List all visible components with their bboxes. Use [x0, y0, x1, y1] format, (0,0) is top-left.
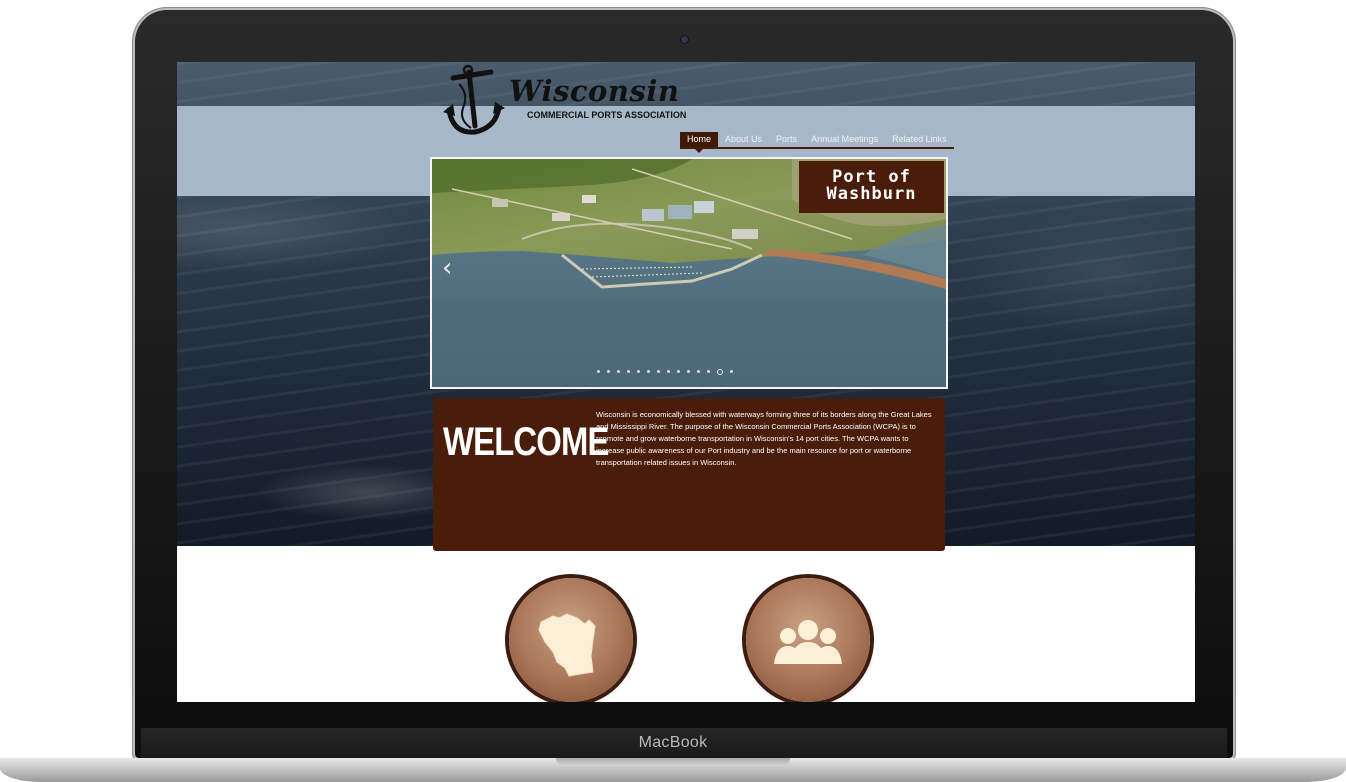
- slide-dot[interactable]: [617, 370, 620, 373]
- slide-image-port-aerial: Port of Washburn ‹: [432, 159, 946, 387]
- welcome-text: Wisconsin is economically blessed with w…: [596, 410, 932, 467]
- site-subtitle: COMMERCIAL PORTS ASSOCIATION: [527, 110, 687, 120]
- slide-dot[interactable]: [697, 370, 700, 373]
- slideshow: Port of Washburn ‹: [430, 157, 948, 389]
- nav-related-links[interactable]: Related Links: [885, 132, 954, 147]
- slide-dot[interactable]: [627, 370, 630, 373]
- wisconsin-map-icon: [538, 613, 596, 677]
- laptop-screen: Wisconsin COMMERCIAL PORTS ASSOCIATION H…: [177, 62, 1195, 702]
- anchor-logo-icon[interactable]: [439, 64, 509, 144]
- slide-dot[interactable]: [707, 370, 710, 373]
- wisconsin-map-button[interactable]: [509, 578, 633, 702]
- slide-dots: [597, 369, 733, 375]
- slide-dot[interactable]: [687, 370, 690, 373]
- slide-dot[interactable]: [637, 370, 640, 373]
- welcome-title: WELCOME: [443, 420, 609, 464]
- laptop-base-notch: [556, 758, 790, 766]
- welcome-panel: WELCOME Wisconsin is economically blesse…: [433, 398, 945, 551]
- slide-dot[interactable]: [677, 370, 680, 373]
- group-people-icon: [774, 620, 842, 664]
- slide-dot[interactable]: [730, 370, 733, 373]
- slide-dot[interactable]: [597, 370, 600, 373]
- slide-dot[interactable]: [647, 370, 650, 373]
- nav-annual-meetings[interactable]: Annual Meetings: [804, 132, 885, 147]
- chevron-left-icon[interactable]: ‹: [442, 255, 452, 281]
- slide-dot[interactable]: [667, 370, 670, 373]
- nav-about-us[interactable]: About Us: [718, 132, 769, 147]
- slide-dot[interactable]: [607, 370, 610, 373]
- slide-caption: Port of Washburn: [799, 161, 944, 213]
- site-title[interactable]: Wisconsin: [509, 74, 679, 108]
- group-people-button[interactable]: [746, 578, 870, 702]
- device-brand-label: MacBook: [638, 734, 708, 751]
- main-nav: Home About Us Ports Annual Meetings Rela…: [680, 132, 954, 153]
- nav-ports[interactable]: Ports: [769, 132, 804, 147]
- slide-dot[interactable]: [717, 369, 723, 375]
- slide-dot[interactable]: [657, 370, 660, 373]
- webcam: [681, 36, 688, 43]
- slide-caption-line2: Washburn: [826, 184, 917, 204]
- nav-home[interactable]: Home: [680, 132, 719, 153]
